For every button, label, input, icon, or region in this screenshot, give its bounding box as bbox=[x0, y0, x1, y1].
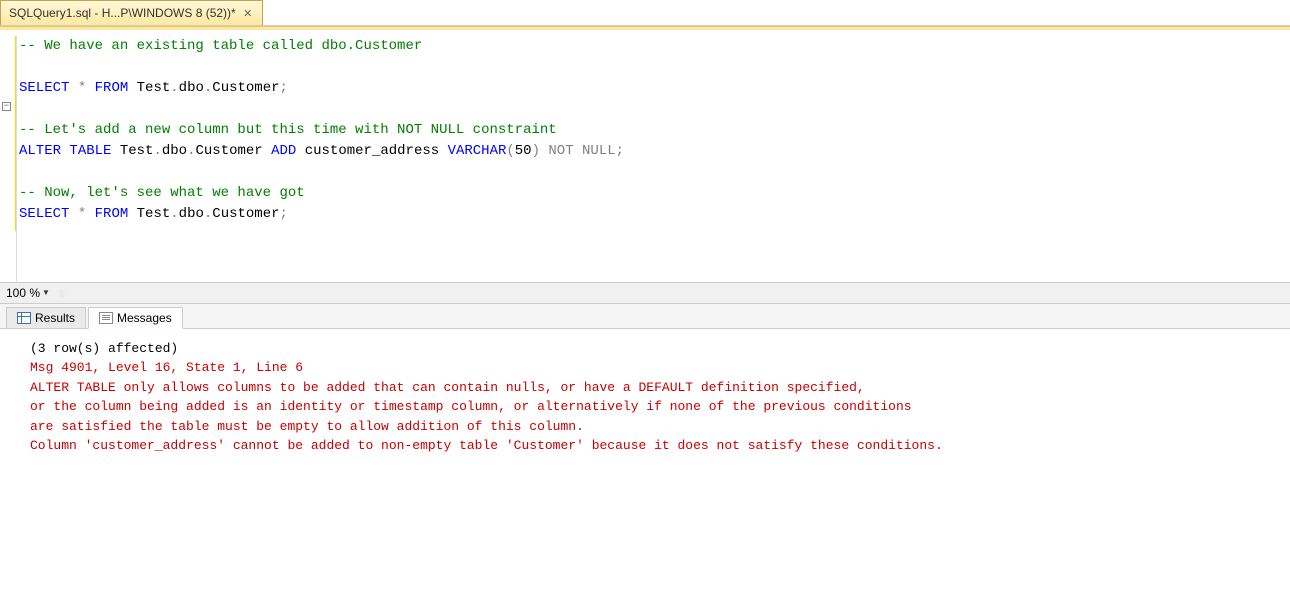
code-line: SELECT * FROM Test.dbo.Customer; bbox=[19, 206, 288, 222]
file-tab[interactable]: SQLQuery1.sql - H...P\WINDOWS 8 (52))* ✕ bbox=[0, 0, 263, 25]
tab-results-label: Results bbox=[35, 311, 75, 325]
horizontal-scrollbar[interactable] bbox=[60, 289, 1284, 297]
message-error-line: Column 'customer_address' cannot be adde… bbox=[30, 436, 1270, 456]
grid-icon bbox=[17, 312, 31, 324]
message-error-line: ALTER TABLE only allows columns to be ad… bbox=[30, 378, 1270, 398]
message-error-line: are satisfied the table must be empty to… bbox=[30, 417, 1270, 437]
messages-pane[interactable]: (3 row(s) affected) Msg 4901, Level 16, … bbox=[0, 329, 1290, 600]
close-icon[interactable]: ✕ bbox=[242, 7, 254, 19]
zoom-dropdown[interactable]: 100 % ▼ bbox=[6, 286, 50, 300]
tabs-bar: SQLQuery1.sql - H...P\WINDOWS 8 (52))* ✕ bbox=[0, 0, 1290, 26]
zoom-value: 100 % bbox=[6, 286, 40, 300]
tab-messages[interactable]: Messages bbox=[88, 307, 183, 329]
code-margin: − bbox=[0, 36, 16, 282]
tab-messages-label: Messages bbox=[117, 311, 172, 325]
code-line: -- Now, let's see what we have got bbox=[19, 185, 305, 201]
code-area[interactable]: -- We have an existing table called dbo.… bbox=[16, 36, 624, 282]
messages-icon bbox=[99, 312, 113, 324]
code-line: -- We have an existing table called dbo.… bbox=[19, 38, 422, 54]
code-line: ALTER TABLE Test.dbo.Customer ADD custom… bbox=[19, 143, 624, 159]
chevron-down-icon: ▼ bbox=[42, 288, 50, 297]
file-tab-title: SQLQuery1.sql - H...P\WINDOWS 8 (52))* bbox=[9, 6, 236, 20]
message-line: (3 row(s) affected) bbox=[30, 339, 1270, 359]
zoom-bar: 100 % ▼ bbox=[0, 282, 1290, 304]
tab-results[interactable]: Results bbox=[6, 307, 86, 329]
results-tabs: Results Messages bbox=[0, 304, 1290, 329]
sql-editor[interactable]: − -- We have an existing table called db… bbox=[0, 30, 1290, 282]
code-line: SELECT * FROM Test.dbo.Customer; bbox=[19, 80, 288, 96]
message-error-line: or the column being added is an identity… bbox=[30, 397, 1270, 417]
code-line: -- Let's add a new column but this time … bbox=[19, 122, 557, 138]
message-error-line: Msg 4901, Level 16, State 1, Line 6 bbox=[30, 358, 1270, 378]
collapse-icon[interactable]: − bbox=[2, 102, 11, 111]
